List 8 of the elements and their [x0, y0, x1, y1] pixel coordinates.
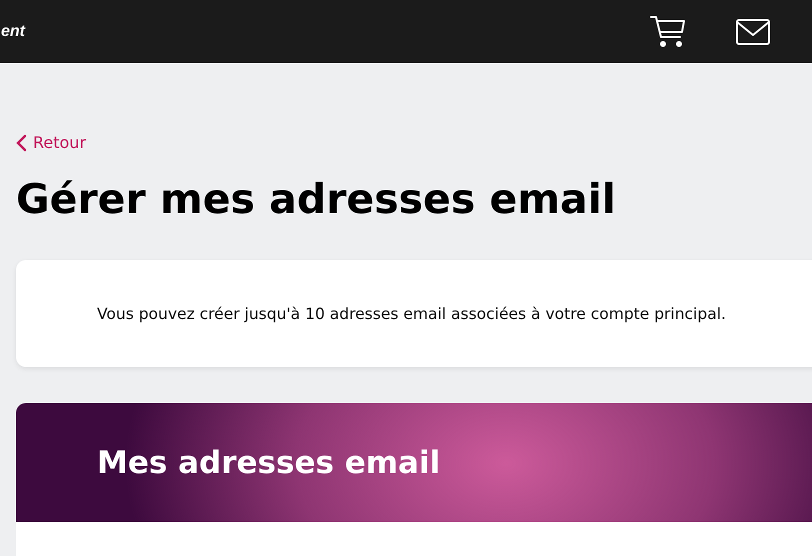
brand-text: ent: [1, 22, 25, 40]
info-text: Vous pouvez créer jusqu'à 10 adresses email associées à votre compte principal.: [97, 304, 726, 322]
cart-icon[interactable]: [650, 14, 686, 48]
mail-icon[interactable]: [736, 18, 770, 44]
panel-title: Mes adresses email: [97, 444, 440, 480]
back-link[interactable]: Retour: [16, 133, 86, 153]
page-title: Gérer mes adresses email: [16, 174, 617, 224]
chevron-left-icon: [16, 134, 27, 152]
